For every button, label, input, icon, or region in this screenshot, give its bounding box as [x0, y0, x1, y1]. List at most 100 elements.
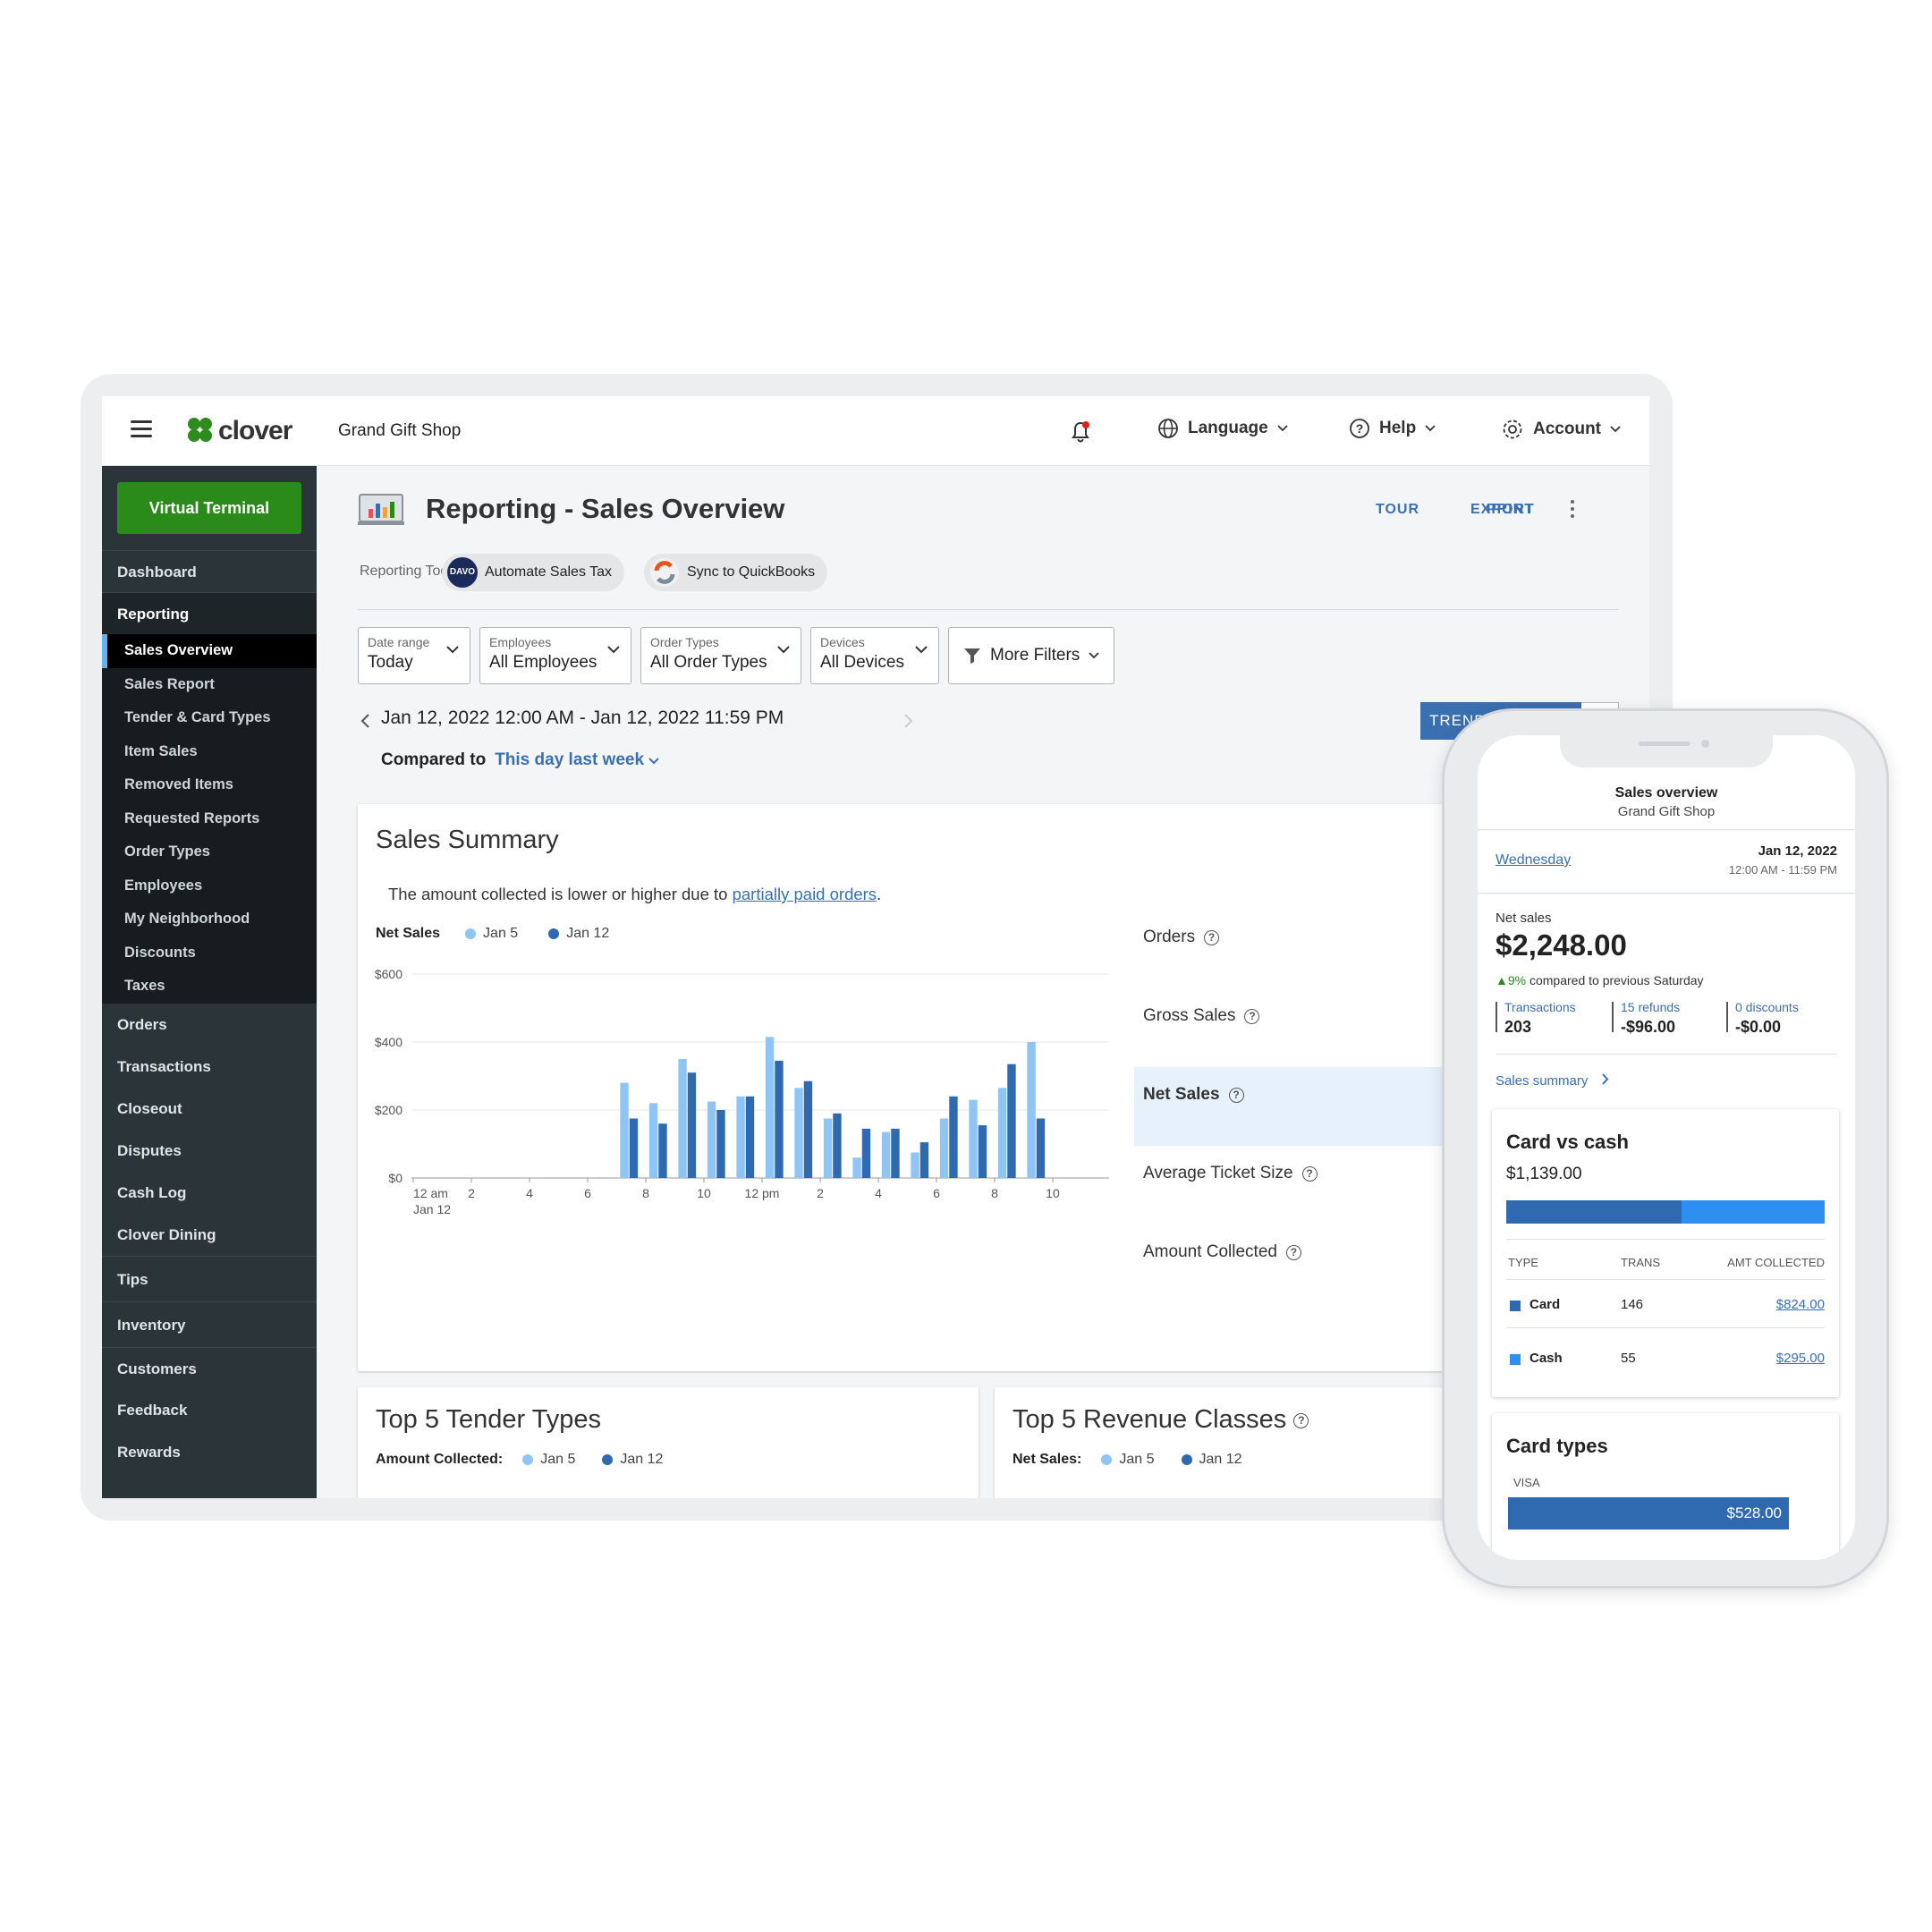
- sidebar-item-closeout[interactable]: Closeout: [102, 1088, 317, 1130]
- col-header-amount: AMT COLLECTED: [1727, 1256, 1825, 1269]
- language-menu[interactable]: Language: [1157, 418, 1288, 439]
- legend-dot: [1101, 1454, 1113, 1465]
- tour-button[interactable]: TOUR: [1376, 502, 1419, 518]
- x-tick-label: 10: [1046, 1186, 1060, 1200]
- sidebar-item-dashboard[interactable]: Dashboard: [102, 550, 317, 592]
- sidebar-subitem-sales-overview[interactable]: Sales Overview: [102, 634, 317, 668]
- note-suffix: .: [877, 885, 882, 903]
- sidebar-subitem-taxes[interactable]: Taxes: [102, 970, 317, 1004]
- partially-paid-orders-link[interactable]: partially paid orders: [733, 885, 877, 903]
- sales-summary-link[interactable]: Sales summary: [1496, 1073, 1609, 1089]
- card-share-bar: [1506, 1200, 1682, 1224]
- sidebar-subitem-employees[interactable]: Employees: [102, 869, 317, 903]
- sidebar-subitem-requested-reports[interactable]: Requested Reports: [102, 802, 317, 836]
- info-icon[interactable]: ?: [1285, 1244, 1301, 1260]
- phone-camera: [1701, 740, 1709, 748]
- sidebar-item-rewards[interactable]: Rewards: [102, 1431, 317, 1473]
- sidebar-subitem-tender-card-types[interactable]: Tender & Card Types: [102, 701, 317, 735]
- automate-sales-tax-chip[interactable]: DAVO Automate Sales Tax: [442, 554, 625, 591]
- stat-label[interactable]: 15 refunds: [1621, 1000, 1680, 1014]
- sidebar-item-tips[interactable]: Tips: [102, 1255, 317, 1301]
- phone-body: Net sales $2,248.00 ▲9% compared to prev…: [1478, 894, 1855, 1560]
- filter-label: Order Types: [650, 635, 719, 649]
- row-amount-link[interactable]: $295.00: [1776, 1351, 1825, 1366]
- sidebar-item-feedback[interactable]: Feedback: [102, 1389, 317, 1431]
- sidebar-item-cash-log[interactable]: Cash Log: [102, 1172, 317, 1214]
- stat-label[interactable]: 0 discounts: [1735, 1000, 1799, 1014]
- phone-title: Sales overview: [1614, 785, 1718, 801]
- sidebar-subitem-discounts[interactable]: Discounts: [102, 936, 317, 970]
- stat-separator: [1612, 1002, 1614, 1032]
- metric-label: Net Sales: [1143, 1085, 1220, 1104]
- x-tick-label: 4: [875, 1186, 882, 1200]
- info-icon[interactable]: ?: [1228, 1087, 1244, 1103]
- sidebar: Virtual Terminal Dashboard Reporting Sal…: [102, 466, 317, 1498]
- more-options-icon[interactable]: [1571, 500, 1574, 521]
- stat-label[interactable]: Transactions: [1504, 1000, 1576, 1014]
- account-menu[interactable]: Account: [1501, 418, 1621, 441]
- page-title: Reporting - Sales Overview: [426, 493, 785, 524]
- sync-quickbooks-chip[interactable]: Sync to QuickBooks: [644, 554, 828, 591]
- legend-dot: [522, 1454, 534, 1465]
- card-types-card: Card types VISA $528.00: [1492, 1413, 1839, 1560]
- sidebar-item-orders[interactable]: Orders: [102, 1004, 317, 1046]
- order-types-filter[interactable]: Order Types All Order Types: [640, 627, 801, 684]
- x-tick-label: 6: [584, 1186, 591, 1200]
- chevron-down-icon: [1610, 426, 1621, 433]
- bar-jan-5: [997, 1088, 1007, 1178]
- chevron-right-icon[interactable]: [903, 713, 914, 729]
- x-sublabel: Jan 12: [413, 1202, 451, 1216]
- row-amount-link[interactable]: $824.00: [1776, 1297, 1825, 1312]
- more-filters-button[interactable]: More Filters: [948, 627, 1115, 684]
- x-tick-label: 12 pm: [745, 1186, 780, 1200]
- legend-label: Net Sales:: [1013, 1452, 1082, 1467]
- bar-jan-5: [939, 1118, 949, 1178]
- devices-filter[interactable]: Devices All Devices: [810, 627, 939, 684]
- info-icon[interactable]: ?: [1204, 929, 1220, 945]
- globe-icon: [1158, 419, 1178, 438]
- filter-value: All Employees: [489, 653, 597, 672]
- col-header-type: TYPE: [1508, 1256, 1538, 1269]
- date-range-filter[interactable]: Date range Today: [358, 627, 470, 684]
- bar-jan-12: [949, 1096, 958, 1178]
- legend-label: Amount Collected:: [376, 1452, 504, 1467]
- bar-jan-12: [833, 1113, 842, 1178]
- help-menu[interactable]: ? Help: [1349, 418, 1436, 439]
- virtual-terminal-button[interactable]: Virtual Terminal: [117, 482, 301, 534]
- sidebar-item-clover-dining[interactable]: Clover Dining: [102, 1214, 317, 1256]
- sidebar-subitem-removed-items[interactable]: Removed Items: [102, 768, 317, 802]
- employees-filter[interactable]: Employees All Employees: [479, 627, 631, 684]
- help-icon: ?: [1350, 419, 1369, 438]
- sidebar-item-transactions[interactable]: Transactions: [102, 1046, 317, 1088]
- sidebar-subitem-my-neighborhood[interactable]: My Neighborhood: [102, 902, 317, 936]
- x-tick-label: 2: [817, 1186, 824, 1200]
- info-icon[interactable]: ?: [1244, 1008, 1260, 1024]
- chevron-left-icon[interactable]: [360, 713, 370, 729]
- info-icon[interactable]: ?: [1301, 1165, 1318, 1182]
- help-label: Help: [1379, 419, 1417, 437]
- compared-to[interactable]: Compared to This day last week: [381, 750, 660, 770]
- sidebar-subitem-sales-report[interactable]: Sales Report: [102, 668, 317, 702]
- menu-icon[interactable]: [131, 420, 152, 438]
- sidebar-subitem-order-types[interactable]: Order Types: [102, 835, 317, 869]
- day-link[interactable]: Wednesday: [1496, 852, 1571, 869]
- clover-logo[interactable]: clover: [188, 414, 292, 448]
- sidebar-item-reporting[interactable]: Reporting: [102, 592, 317, 634]
- filter-label: Devices: [820, 635, 865, 649]
- sidebar-item-inventory[interactable]: Inventory: [102, 1301, 317, 1347]
- info-icon[interactable]: ?: [1293, 1412, 1309, 1428]
- sidebar-subitem-item-sales[interactable]: Item Sales: [102, 735, 317, 769]
- sales-summary-card: Sales Summary The amount collected is lo…: [358, 804, 1619, 1371]
- divider: [1506, 1327, 1825, 1328]
- chevron-down-icon: [446, 646, 459, 654]
- notification-bell-icon[interactable]: [1070, 420, 1091, 448]
- cash-swatch: [1510, 1354, 1521, 1365]
- sidebar-item-customers[interactable]: Customers: [102, 1346, 317, 1389]
- divider: [1506, 1239, 1825, 1240]
- bar-jan-12: [978, 1125, 987, 1178]
- x-tick-label: 8: [991, 1186, 998, 1200]
- compared-to-value[interactable]: This day last week: [495, 750, 644, 769]
- print-button[interactable]: PRINT: [1487, 502, 1534, 518]
- sidebar-item-disputes[interactable]: Disputes: [102, 1130, 317, 1172]
- col-header-trans: TRANS: [1621, 1256, 1661, 1269]
